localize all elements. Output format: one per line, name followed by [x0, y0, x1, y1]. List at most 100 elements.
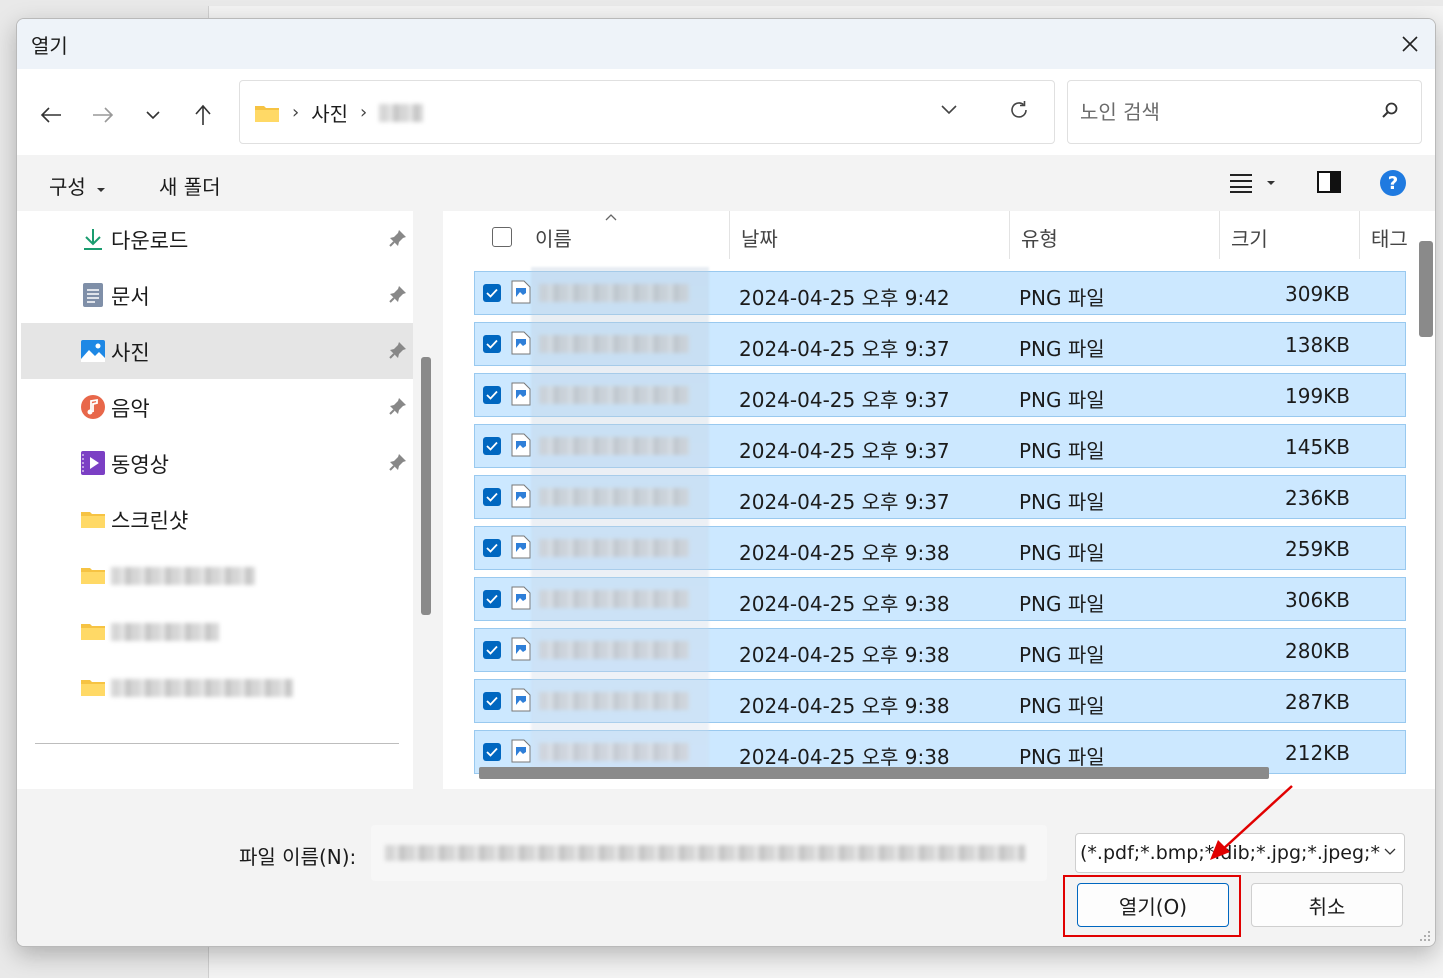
row-checkbox[interactable]: [483, 692, 501, 710]
row-checkbox[interactable]: [483, 539, 501, 557]
redacted-label: [111, 623, 219, 641]
breadcrumb-item-redacted[interactable]: [379, 103, 424, 122]
search-input[interactable]: [1078, 96, 1372, 128]
file-date: 2024-04-25 오후 9:42: [739, 286, 950, 310]
column-divider[interactable]: [1009, 211, 1010, 259]
cancel-button[interactable]: 취소: [1251, 883, 1403, 927]
file-list-vertical-scrollbar[interactable]: [1419, 241, 1433, 337]
document-icon: [79, 281, 107, 309]
search-box[interactable]: [1067, 80, 1422, 144]
dialog-title: 열기: [31, 34, 68, 58]
organize-button[interactable]: 구성: [49, 171, 106, 200]
column-divider[interactable]: [1219, 211, 1220, 259]
row-checkbox[interactable]: [483, 284, 501, 302]
arrow-right-icon: [93, 107, 114, 123]
redacted-filename: [539, 284, 689, 302]
image-file-icon: [511, 280, 531, 308]
new-folder-button[interactable]: 새 폴더: [159, 171, 221, 200]
table-row[interactable]: 2024-04-25 오후 9:38 PNG 파일 287KB: [474, 679, 1406, 723]
sidebar-item-downloads[interactable]: 다운로드: [21, 211, 413, 267]
redacted-filename: [539, 539, 689, 557]
table-row[interactable]: 2024-04-25 오후 9:38 PNG 파일 280KB: [474, 628, 1406, 672]
image-file-icon: [511, 535, 531, 563]
sidebar-item-redacted-folder[interactable]: [21, 603, 413, 659]
row-checkbox[interactable]: [483, 488, 501, 506]
breadcrumb-item-pictures[interactable]: 사진: [311, 98, 348, 127]
refresh-button[interactable]: [1008, 99, 1030, 125]
checkmark-icon: [486, 492, 498, 502]
sidebar-item-videos[interactable]: 동영상: [21, 435, 413, 491]
sidebar-item-music[interactable]: 음악: [21, 379, 413, 435]
back-button[interactable]: [33, 97, 69, 133]
column-tags[interactable]: 태그: [1371, 223, 1411, 252]
preview-pane-button[interactable]: [1317, 171, 1341, 197]
folder-icon: [79, 505, 107, 533]
up-button[interactable]: [185, 97, 221, 133]
file-type: PNG 파일: [1019, 439, 1105, 463]
resize-grip-icon[interactable]: [1419, 930, 1431, 942]
file-date: 2024-04-25 오후 9:38: [739, 694, 950, 718]
row-checkbox[interactable]: [483, 590, 501, 608]
file-date: 2024-04-25 오후 9:38: [739, 643, 950, 667]
row-checkbox[interactable]: [483, 641, 501, 659]
column-name[interactable]: 이름: [535, 223, 572, 252]
caret-down-icon: [97, 188, 106, 192]
image-file-icon: [511, 484, 531, 512]
filename-input[interactable]: [371, 825, 1047, 881]
file-type: PNG 파일: [1019, 388, 1105, 412]
search-button[interactable]: [1381, 101, 1399, 123]
file-type: PNG 파일: [1019, 694, 1105, 718]
image-file-icon: [511, 739, 531, 767]
select-all-checkbox[interactable]: [492, 227, 512, 247]
sidebar-item-redacted-folder[interactable]: [21, 659, 413, 715]
svg-text:?: ?: [1388, 173, 1398, 194]
sidebar-item-redacted-folder[interactable]: [21, 547, 413, 603]
sidebar-scrollbar[interactable]: [421, 357, 431, 615]
pin-icon: [389, 229, 407, 251]
table-row[interactable]: 2024-04-25 오후 9:42 PNG 파일 309KB: [474, 271, 1406, 315]
redacted-label: [111, 679, 293, 697]
table-row[interactable]: 2024-04-25 오후 9:37 PNG 파일 236KB: [474, 475, 1406, 519]
table-row[interactable]: 2024-04-25 오후 9:38 PNG 파일 306KB: [474, 577, 1406, 621]
address-history-button[interactable]: [940, 101, 958, 120]
column-type[interactable]: 유형: [1021, 223, 1058, 252]
filename-label: 파일 이름(N):: [239, 845, 357, 869]
file-list-horizontal-scrollbar[interactable]: [479, 767, 1269, 779]
forward-button[interactable]: [85, 97, 121, 133]
image-file-icon: [511, 586, 531, 614]
sidebar-item-label: 스크린샷: [111, 509, 189, 533]
column-date[interactable]: 날짜: [741, 223, 778, 252]
sidebar-item-documents[interactable]: 문서: [21, 267, 413, 323]
row-checkbox[interactable]: [483, 335, 501, 353]
sidebar-item-pictures[interactable]: 사진: [21, 323, 413, 379]
file-size: 280KB: [1285, 639, 1351, 663]
column-divider[interactable]: [1359, 211, 1360, 259]
help-icon: ?: [1380, 170, 1406, 196]
search-icon: [1382, 102, 1398, 118]
address-bar[interactable]: › 사진 ›: [239, 80, 1055, 144]
close-button[interactable]: [1391, 25, 1429, 63]
row-checkbox[interactable]: [483, 386, 501, 404]
redacted-filename: [539, 692, 689, 710]
sidebar-item-screenshots[interactable]: 스크린샷: [21, 491, 413, 547]
row-checkbox[interactable]: [483, 437, 501, 455]
table-row[interactable]: 2024-04-25 오후 9:37 PNG 파일 138KB: [474, 322, 1406, 366]
sidebar-divider: [35, 743, 399, 744]
checkmark-icon: [486, 645, 498, 655]
table-row[interactable]: 2024-04-25 오후 9:37 PNG 파일 145KB: [474, 424, 1406, 468]
redacted-filename: [539, 641, 689, 659]
table-row[interactable]: 2024-04-25 오후 9:37 PNG 파일 199KB: [474, 373, 1406, 417]
recent-locations-button[interactable]: [135, 97, 171, 133]
table-row[interactable]: 2024-04-25 오후 9:38 PNG 파일 259KB: [474, 526, 1406, 570]
help-button[interactable]: ?: [1379, 169, 1407, 201]
file-size: 212KB: [1285, 741, 1351, 765]
view-options-button[interactable]: [1229, 173, 1276, 197]
row-checkbox[interactable]: [483, 743, 501, 761]
file-date: 2024-04-25 오후 9:37: [739, 388, 950, 412]
column-size[interactable]: 크기: [1231, 223, 1268, 252]
folder-icon: [79, 561, 107, 589]
redacted-filename: [539, 590, 689, 608]
checkmark-icon: [486, 390, 498, 400]
pin-icon: [389, 341, 407, 363]
column-divider[interactable]: [729, 211, 730, 259]
